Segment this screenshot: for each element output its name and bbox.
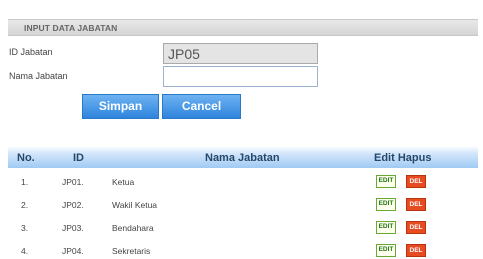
table-row: 4. JP04. Sekretaris EDIT DEL xyxy=(8,241,478,259)
header-id: ID xyxy=(73,152,84,164)
edit-button[interactable]: EDIT xyxy=(376,198,396,211)
row-nama-jabatan: Bendahara xyxy=(112,223,154,233)
row-nama-jabatan: Ketua xyxy=(112,177,135,187)
row-no: 2. xyxy=(21,200,29,210)
edit-button[interactable]: EDIT xyxy=(376,244,396,257)
table-row: 3. JP03. Bendahara EDIT DEL xyxy=(8,218,478,240)
form-section-header: INPUT DATA JABATAN xyxy=(8,19,478,36)
table-header: No. ID Nama Jabatan Edit Hapus xyxy=(8,146,478,168)
header-edit-hapus: Edit Hapus xyxy=(374,152,432,164)
row-no: 3. xyxy=(21,223,29,233)
table-row: 1. JP01. Ketua EDIT DEL xyxy=(8,172,478,194)
row-no: 1. xyxy=(21,177,29,187)
row-nama-jabatan: Wakil Ketua xyxy=(112,200,158,210)
row-nama-jabatan: Sekretaris xyxy=(112,246,151,256)
id-jabatan-label: ID Jabatan xyxy=(9,47,53,57)
delete-button[interactable]: DEL xyxy=(406,244,426,257)
delete-button[interactable]: DEL xyxy=(406,198,426,211)
delete-button[interactable]: DEL xyxy=(406,221,426,234)
nama-jabatan-field[interactable] xyxy=(163,66,318,87)
edit-button[interactable]: EDIT xyxy=(376,221,396,234)
header-nama-jabatan: Nama Jabatan xyxy=(205,152,280,164)
form-title: INPUT DATA JABATAN xyxy=(24,23,118,33)
row-id: JP02. xyxy=(62,200,84,210)
simpan-button[interactable]: Simpan xyxy=(82,94,159,119)
delete-button[interactable]: DEL xyxy=(406,175,426,188)
header-no: No. xyxy=(17,152,35,164)
table-row: 2. JP02. Wakil Ketua EDIT DEL xyxy=(8,195,478,217)
edit-button[interactable]: EDIT xyxy=(376,175,396,188)
cancel-button[interactable]: Cancel xyxy=(162,94,241,119)
id-jabatan-field[interactable] xyxy=(163,43,318,64)
row-no: 4. xyxy=(21,246,29,256)
row-id: JP01. xyxy=(62,177,84,187)
row-id: JP04. xyxy=(62,246,84,256)
row-id: JP03. xyxy=(62,223,84,233)
nama-jabatan-label: Nama Jabatan xyxy=(9,71,68,81)
